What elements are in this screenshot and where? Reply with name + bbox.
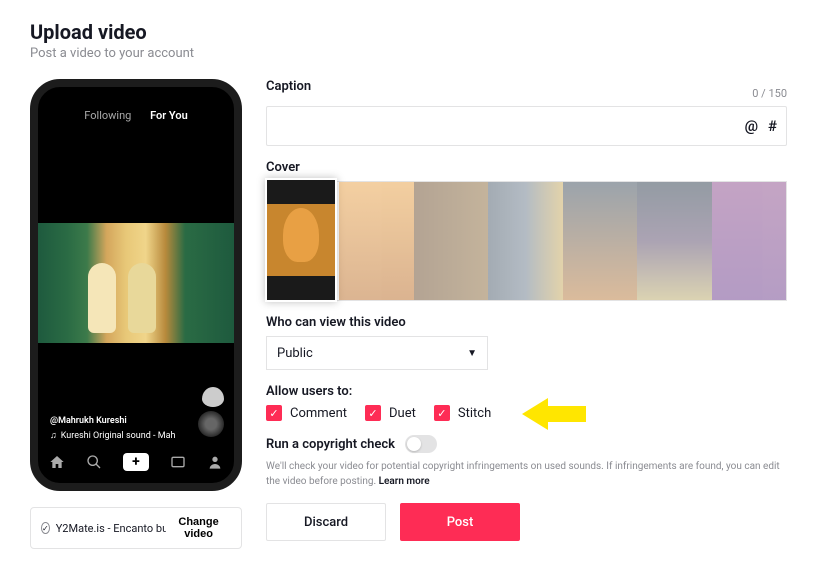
mention-icon[interactable]: @ xyxy=(745,117,758,135)
visibility-label: Who can view this video xyxy=(266,315,787,330)
discover-icon xyxy=(86,454,102,470)
tab-following[interactable]: Following xyxy=(84,109,131,122)
stitch-checkbox[interactable]: ✓ xyxy=(434,405,450,421)
cover-selected-frame[interactable] xyxy=(265,178,337,302)
file-row: ✓ Y2Mate.is - Encanto bu... Change video xyxy=(30,507,242,549)
copyright-toggle[interactable] xyxy=(405,435,437,453)
permission-label-stitch: Stitch xyxy=(458,406,491,421)
post-button[interactable]: Post xyxy=(400,503,520,541)
caption-label: Caption xyxy=(266,79,311,94)
feed-tabs: Following For You xyxy=(38,109,234,122)
comment-icon xyxy=(202,387,224,407)
video-meta: @Mahrukh Kureshi ♫ Kureshi Original soun… xyxy=(50,416,175,441)
video-preview-frame xyxy=(38,223,234,343)
cover-frame[interactable] xyxy=(414,182,489,300)
cover-frame[interactable] xyxy=(563,182,638,300)
cover-frame[interactable] xyxy=(712,182,787,300)
check-circle-icon: ✓ xyxy=(41,522,50,534)
copyright-label: Run a copyright check xyxy=(266,437,395,452)
cover-label: Cover xyxy=(266,160,787,175)
caption-input[interactable] xyxy=(266,106,787,146)
duet-checkbox[interactable]: ✓ xyxy=(365,405,381,421)
hashtag-icon[interactable]: # xyxy=(768,117,777,135)
visibility-select[interactable]: Public ▼ xyxy=(266,336,488,370)
page-title: Upload video xyxy=(30,20,787,44)
permissions-label: Allow users to: xyxy=(266,384,787,399)
page-subtitle: Post a video to your account xyxy=(30,46,787,61)
chevron-down-icon: ▼ xyxy=(467,348,477,359)
cover-frame[interactable] xyxy=(488,182,563,300)
learn-more-link[interactable]: Learn more xyxy=(379,476,430,487)
create-icon: + xyxy=(123,453,149,471)
inbox-icon xyxy=(170,454,186,470)
cover-frame[interactable] xyxy=(339,182,414,300)
home-icon xyxy=(49,454,65,470)
visibility-selected: Public xyxy=(277,346,313,361)
change-video-button[interactable]: Change video xyxy=(166,516,231,540)
file-name: Y2Mate.is - Encanto bu... xyxy=(56,522,166,535)
sound-disc-icon xyxy=(198,411,224,437)
profile-icon xyxy=(207,454,223,470)
permission-label-comment: Comment xyxy=(290,406,347,421)
caption-counter: 0 / 150 xyxy=(752,87,787,100)
cover-frame[interactable] xyxy=(637,182,712,300)
tab-for-you[interactable]: For You xyxy=(150,109,188,122)
phone-nav: + xyxy=(38,449,234,475)
permission-label-duet: Duet xyxy=(389,406,416,421)
cover-strip[interactable] xyxy=(266,181,787,301)
video-sound: Kureshi Original sound - Mah xyxy=(61,431,176,441)
copyright-note: We'll check your video for potential cop… xyxy=(266,459,787,489)
phone-preview: Following For You @Mahrukh Kureshi ♫ Kur… xyxy=(30,79,242,491)
comment-checkbox[interactable]: ✓ xyxy=(266,405,282,421)
discard-button[interactable]: Discard xyxy=(266,503,386,541)
annotation-arrow-icon xyxy=(522,395,586,433)
music-note-icon: ♫ xyxy=(50,430,57,441)
video-author: @Mahrukh Kureshi xyxy=(50,416,175,426)
